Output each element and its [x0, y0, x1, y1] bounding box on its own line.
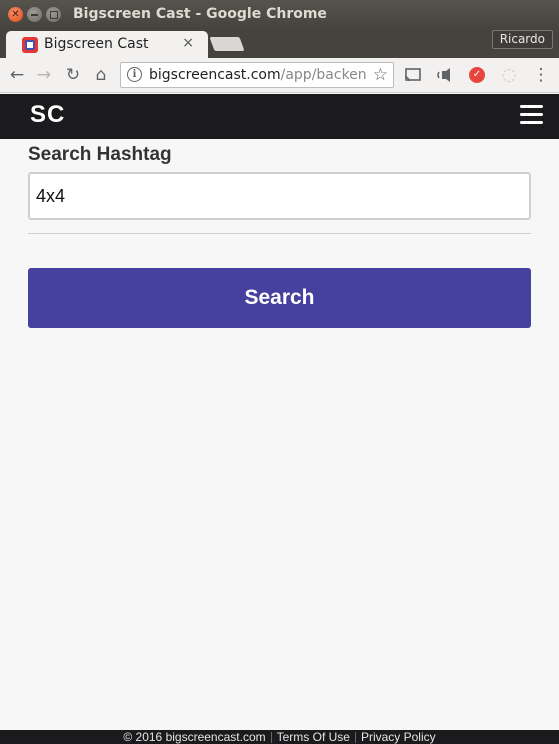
- reload-icon[interactable]: ↻: [63, 65, 83, 85]
- window-maximize-button[interactable]: [46, 7, 61, 22]
- bookmark-star-icon[interactable]: ☆: [373, 65, 388, 85]
- tab-title: Bigscreen Cast: [44, 36, 149, 52]
- hamburger-line: [520, 113, 543, 116]
- form-divider: [28, 233, 531, 234]
- window-minimize-button[interactable]: [27, 7, 42, 22]
- media-control-icon-svg: [437, 68, 450, 82]
- footer-separator: [354, 731, 356, 743]
- site-footer: © 2016 bigscreencast.com Terms Of Use Pr…: [0, 730, 559, 744]
- cast-icon-svg: [404, 68, 421, 82]
- tab-bigscreen-cast[interactable]: Bigscreen Cast ×: [6, 31, 208, 58]
- search-button[interactable]: Search: [28, 268, 531, 328]
- brand-logo[interactable]: SC: [30, 101, 65, 129]
- extension-red-icon[interactable]: ✓: [467, 65, 487, 85]
- hamburger-line: [520, 105, 543, 108]
- address-bar-url[interactable]: bigscreencast.com/app/backend/fo: [149, 67, 367, 83]
- tab-strip: Bigscreen Cast × Ricardo: [0, 29, 559, 58]
- footer-separator: [270, 731, 272, 743]
- terms-of-use-link[interactable]: Terms Of Use: [277, 730, 350, 744]
- chrome-menu-icon[interactable]: ⋮: [531, 65, 551, 85]
- site-info-icon[interactable]: i: [127, 67, 142, 82]
- browser-toolbar: ← → ↻ ⌂ i bigscreencast.com/app/backend/…: [0, 58, 559, 93]
- tab-close-icon[interactable]: ×: [182, 35, 194, 51]
- hashtag-search-input[interactable]: [28, 172, 531, 220]
- hamburger-menu-icon[interactable]: [520, 105, 543, 125]
- url-path: /app/backend/fo: [280, 67, 367, 83]
- window-title: Bigscreen Cast - Google Chrome: [73, 6, 327, 22]
- search-hashtag-label: Search Hashtag: [28, 144, 172, 165]
- media-control-icon[interactable]: [435, 65, 455, 85]
- extension-red-badge: ✓: [469, 67, 485, 83]
- profile-button[interactable]: Ricardo: [491, 30, 553, 49]
- extension-grey-icon[interactable]: ◌: [499, 65, 519, 85]
- new-tab-button[interactable]: [209, 37, 245, 51]
- privacy-policy-link[interactable]: Privacy Policy: [361, 730, 436, 744]
- hamburger-line: [520, 121, 543, 124]
- back-arrow-icon[interactable]: ←: [7, 65, 27, 85]
- site-navbar: SC: [0, 94, 559, 139]
- address-bar[interactable]: i bigscreencast.com/app/backend/fo ☆: [120, 62, 394, 88]
- window-titlebar: ✕ Bigscreen Cast - Google Chrome: [0, 0, 559, 29]
- bigscreen-cast-favicon-icon: [22, 37, 38, 53]
- forward-arrow-icon[interactable]: →: [34, 65, 54, 85]
- url-domain: bigscreencast.com: [149, 67, 281, 83]
- copyright-text: © 2016 bigscreencast.com: [123, 730, 266, 744]
- cast-icon[interactable]: [403, 65, 423, 85]
- home-icon[interactable]: ⌂: [91, 65, 111, 85]
- window-close-button[interactable]: ✕: [8, 7, 23, 22]
